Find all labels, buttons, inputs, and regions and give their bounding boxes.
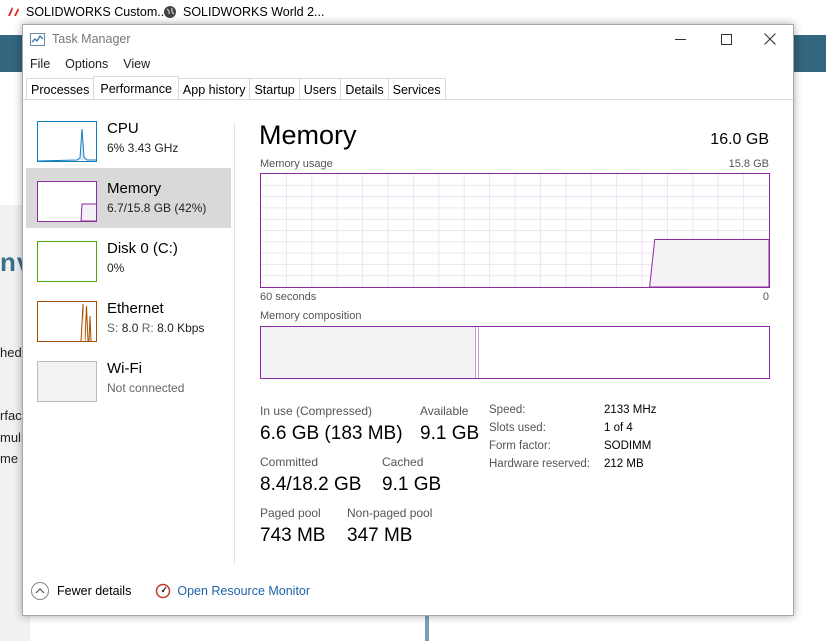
task-manager-icon [30,33,45,46]
disk-thumbnail-graph [37,241,97,282]
cached-label: Cached [382,455,424,469]
menu-file[interactable]: File [23,55,58,75]
committed-value: 8.4/18.2 GB [260,474,362,495]
graph-time-left: 60 seconds [260,291,317,303]
fewer-details-link[interactable]: Fewer details [57,584,131,598]
memory-composition-label: Memory composition [260,310,362,322]
composition-modified [478,327,479,378]
memory-total: 16.0 GB [710,131,769,148]
browser-tab-label: SOLIDWORKS World 2... [183,5,325,19]
non-paged-pool-value: 347 MB [347,525,413,546]
available-label: Available [420,404,469,418]
hardware-reserved-label: Hardware reserved: [489,458,590,470]
close-icon [764,33,776,45]
title-bar[interactable]: Task Manager [23,25,793,53]
tab-strip: Processes Performance App history Startu… [26,76,446,100]
browser-tab-label: SOLIDWORKS Custom... [26,5,168,19]
cpu-thumbnail-graph [37,121,97,162]
maximize-button[interactable] [703,27,749,51]
send-label: S: [107,321,119,335]
form-factor-value: SODIMM [604,440,652,452]
page-text-fragment: muli [0,430,24,445]
tab-users[interactable]: Users [298,78,342,100]
memory-usage-label: Memory usage [260,158,333,170]
sidebar-item-wifi[interactable]: Wi-Fi Not connected [26,348,231,408]
sidebar-item-sub: Not connected [107,381,185,395]
sidebar-item-sub: 6% 3.43 GHz [107,141,179,155]
receive-value: 8.0 Kbps [157,321,205,335]
menu-view[interactable]: View [116,55,158,75]
fewer-details-button[interactable] [31,582,49,600]
sidebar-item-sub: S: 8.0 R: 8.0 Kbps [107,321,204,335]
footer-bar: Fewer details Open Resource Monitor [31,582,310,600]
tab-processes[interactable]: Processes [26,78,95,100]
committed-label: Committed [260,455,319,469]
sidebar-item-memory[interactable]: Memory 6.7/15.8 GB (42%) [26,168,231,228]
page-accent-line [425,612,429,641]
maximize-icon [720,33,732,45]
speed-label: Speed: [489,404,526,416]
sidebar-item-label: Memory [107,180,162,197]
task-manager-window: Task Manager File Options View Processes… [22,24,794,616]
non-paged-pool-label: Non-paged pool [347,506,433,520]
tab-performance[interactable]: Performance [93,76,179,99]
page-title: Memory [259,120,357,150]
sidebar-item-sub: 0% [107,261,125,275]
in-use-label: In use (Compressed) [260,404,373,418]
cached-value: 9.1 GB [382,474,442,495]
page-text-fragment: me [0,451,19,466]
sidebar-item-cpu[interactable]: CPU 6% 3.43 GHz [26,108,231,168]
window-title: Task Manager [52,32,131,46]
page-text-fragment: hed [0,345,22,360]
chevron-up-icon [35,588,45,594]
browser-tab-solidworks-custom[interactable]: SOLIDWORKS Custom... [6,5,168,19]
page-text-fragment: rfac [0,408,22,423]
ethernet-thumbnail-graph [37,301,97,342]
in-use-value: 6.6 GB (183 MB) [260,423,403,444]
memory-usage-graph [260,173,770,288]
form-factor-label: Form factor: [489,440,551,452]
browser-tab-bar: SOLIDWORKS Custom... SOLIDWORKS World 2.… [0,0,826,25]
wifi-thumbnail-graph [37,361,97,402]
memory-thumbnail-graph [37,181,97,222]
sidebar-item-label: Wi-Fi [107,360,142,377]
pane-divider [234,122,235,565]
sidebar-item-disk[interactable]: Disk 0 (C:) 0% [26,228,231,288]
solidworks-icon [8,7,19,16]
browser-tab-solidworks-world[interactable]: SOLIDWORKS World 2... [163,5,324,19]
slots-used-label: Slots used: [489,422,546,434]
receive-label: R: [141,321,154,335]
sidebar-item-sub: 6.7/15.8 GB (42%) [107,201,207,215]
tab-app-history[interactable]: App history [177,78,251,100]
paged-pool-label: Paged pool [260,506,321,520]
close-button[interactable] [747,27,793,51]
composition-in-use [261,327,476,378]
graph-time-right: 0 [762,291,769,303]
minimize-button[interactable] [657,27,703,51]
available-value: 9.1 GB [420,423,480,444]
sidebar-item-ethernet[interactable]: Ethernet S: 8.0 R: 8.0 Kbps [26,288,231,348]
slots-used-value: 1 of 4 [604,422,633,434]
tab-services[interactable]: Services [387,78,446,100]
sidebar-item-label: Ethernet [107,300,164,317]
speed-value: 2133 MHz [604,404,657,416]
sidebar-item-label: CPU [107,120,139,137]
hardware-reserved-value: 212 MB [604,458,644,470]
globe-icon [164,6,176,18]
paged-pool-value: 743 MB [260,525,326,546]
sidebar-item-label: Disk 0 (C:) [107,240,178,257]
open-resource-monitor-link[interactable]: Open Resource Monitor [177,584,310,598]
resource-monitor-icon [156,583,171,599]
menu-bar: File Options View [23,55,158,75]
memory-usage-area [649,239,769,287]
tab-details[interactable]: Details [340,78,389,100]
menu-options[interactable]: Options [58,55,116,75]
memory-usage-max: 15.8 GB [728,158,769,170]
minimize-icon [674,38,686,40]
tab-divider [23,99,793,100]
tab-startup[interactable]: Startup [249,78,300,100]
send-value: 8.0 [121,321,139,335]
memory-composition-bar[interactable] [260,326,770,379]
